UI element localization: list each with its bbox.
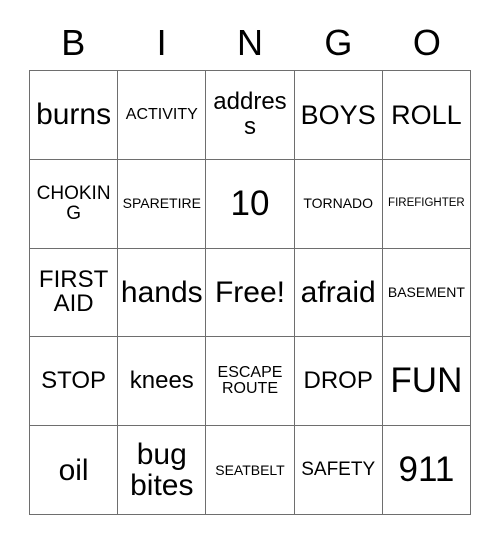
bingo-cell-label: FIRST AID (38, 265, 109, 318)
bingo-cell-label: DROP (303, 366, 373, 394)
bingo-cell[interactable]: FIRST AID (30, 248, 119, 338)
bingo-cell-label: BASEMENT (387, 284, 465, 301)
bingo-header-letter-b: B (61, 22, 86, 63)
bingo-cell[interactable]: bug bites (118, 426, 207, 515)
bingo-cell[interactable]: hands (118, 248, 207, 338)
bingo-cell[interactable]: 911 (382, 426, 471, 515)
bingo-header-letter-o: O (412, 22, 441, 63)
bingo-cell-label: ESCAPE ROUTE (217, 363, 283, 398)
bingo-cell-label: ROLL (391, 99, 462, 130)
bingo-cell-label: 911 (398, 449, 455, 489)
bingo-cell-label: ACTIVITY (125, 105, 198, 123)
bingo-cell[interactable]: SAFETY (294, 426, 383, 515)
bingo-cell-label: FUN (390, 361, 463, 401)
bingo-cell-label: STOP (41, 366, 107, 394)
bingo-cell[interactable]: burns (30, 71, 119, 160)
bingo-cell[interactable]: afraid (294, 248, 383, 338)
bingo-cell-label: address (213, 87, 287, 140)
bingo-header-row: B I N G O (29, 18, 471, 68)
bingo-cell-label: BOYS (300, 99, 376, 130)
bingo-cell[interactable]: 10 (206, 159, 295, 249)
bingo-cell-label: CHOKING (36, 182, 111, 224)
bingo-cell-label: SPARETIRE (122, 195, 201, 212)
bingo-cell-label: FIREFIGHTER (388, 196, 465, 209)
bingo-header-letter-i: I (156, 22, 167, 63)
bingo-cell-label: Free! (214, 275, 285, 309)
bingo-cell[interactable]: oil (30, 426, 119, 515)
bingo-cell-label: 10 (230, 183, 270, 223)
bingo-cell[interactable]: ESCAPE ROUTE (206, 337, 295, 427)
bingo-cell[interactable]: ACTIVITY (118, 71, 207, 160)
bingo-grid: burns ACTIVITY address BOYS ROLL CHOKING SPARE… (29, 70, 471, 515)
bingo-cell[interactable]: BASEMENT (382, 248, 471, 338)
bingo-cell-label: SAFETY (301, 459, 376, 481)
bingo-cell-label: oil (58, 453, 89, 487)
bingo-cell[interactable]: knees (118, 337, 207, 427)
bingo-header-letter-n: N (237, 22, 264, 63)
bingo-cell[interactable]: STOP (30, 337, 119, 427)
bingo-cell-label: burns (36, 98, 112, 132)
bingo-cell[interactable]: FUN (382, 337, 471, 427)
bingo-cell-label: afraid (300, 275, 376, 309)
bingo-cell[interactable]: BOYS (294, 71, 383, 160)
bingo-cell-label: knees (129, 366, 194, 394)
bingo-cell-label: bug bites (130, 437, 194, 503)
bingo-free-space-cell[interactable]: Free! (206, 248, 295, 338)
bingo-card: B I N G O burns ACTIVITY address BOYS ROLL CH… (0, 0, 500, 544)
bingo-cell[interactable]: FIREFIGHTER (382, 159, 471, 249)
bingo-cell[interactable]: ROLL (382, 71, 471, 160)
bingo-cell[interactable]: CHOKING (30, 159, 119, 249)
bingo-cell-label: TORNADO (303, 195, 374, 212)
bingo-cell[interactable]: DROP (294, 337, 383, 427)
bingo-cell-label: hands (120, 275, 203, 309)
bingo-cell[interactable]: SEATBELT (206, 426, 295, 515)
bingo-cell[interactable]: TORNADO (294, 159, 383, 249)
bingo-header-letter-g: G (324, 22, 353, 63)
bingo-cell[interactable]: address (206, 71, 295, 160)
bingo-cell-label: SEATBELT (215, 461, 285, 478)
bingo-cell[interactable]: SPARETIRE (118, 159, 207, 249)
